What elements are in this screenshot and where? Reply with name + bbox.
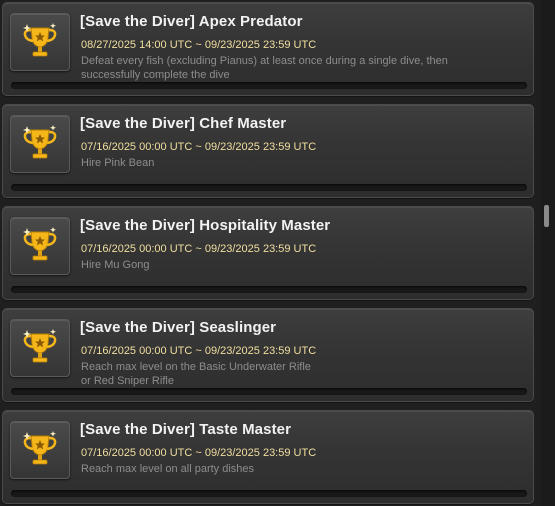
achievement-title: [Save the Diver] Chef Master [80,115,287,132]
trophy-icon [23,23,57,57]
achievement-card[interactable]: [Save the Diver] Apex Predator 08/27/202… [2,2,534,96]
scrollbar-thumb[interactable] [544,205,549,227]
achievement-description-line: Hire Pink Bean [81,157,155,169]
achievement-description-line: Hire Mu Gong [81,259,150,271]
achievement-description-line: Reach max level on all party dishes [81,463,255,475]
achievement-period: 07/16/2025 00:00 UTC ~ 09/23/2025 23:59 … [81,141,317,153]
achievement-title: [Save the Diver] Apex Predator [80,13,303,30]
achievement-description-line: or Red Sniper Rifle [81,375,174,387]
achievement-card[interactable]: [Save the Diver] Taste Master 07/16/2025… [2,410,534,504]
achievement-list: [Save the Diver] Apex Predator 08/27/202… [0,0,541,506]
achievement-period: 08/27/2025 14:00 UTC ~ 09/23/2025 23:59 … [81,39,317,51]
achievement-period: 07/16/2025 00:00 UTC ~ 09/23/2025 23:59 … [81,243,317,255]
achievement-period: 07/16/2025 00:00 UTC ~ 09/23/2025 23:59 … [81,447,317,459]
achievement-icon-frame [10,319,70,377]
achievement-progress-bar [11,82,527,89]
achievement-progress-bar [11,490,527,497]
achievement-period: 07/16/2025 00:00 UTC ~ 09/23/2025 23:59 … [81,345,317,357]
achievement-title: [Save the Diver] Seaslinger [80,319,277,336]
achievement-description: Reach max level on the Basic Underwater … [81,360,521,388]
achievement-description: Reach max level on all party dishes [81,462,521,476]
achievement-description: Defeat every fish (excluding Pianus) at … [81,54,521,82]
achievement-card[interactable]: [Save the Diver] Chef Master 07/16/2025 … [2,104,534,198]
achievement-card[interactable]: [Save the Diver] Hospitality Master 07/1… [2,206,534,300]
achievement-progress-bar [11,184,527,191]
achievement-icon-frame [10,115,70,173]
achievement-icon-frame [10,13,70,71]
trophy-icon [23,227,57,261]
achievement-card[interactable]: [Save the Diver] Seaslinger 07/16/2025 0… [2,308,534,402]
achievement-description: Hire Pink Bean [81,156,521,170]
achievement-progress-bar [11,286,527,293]
achievement-icon-frame [10,217,70,275]
trophy-icon [23,125,57,159]
achievement-title: [Save the Diver] Hospitality Master [80,217,331,234]
achievement-description-line: Reach max level on the Basic Underwater … [81,361,311,373]
vertical-scrollbar[interactable] [541,0,555,506]
achievement-description-line: Defeat every fish (excluding Pianus) at … [81,55,448,67]
achievement-progress-bar [11,388,527,395]
trophy-icon [23,431,57,465]
achievement-title: [Save the Diver] Taste Master [80,421,292,438]
achievement-description-line: successfully complete the dive [81,69,230,81]
achievement-description: Hire Mu Gong [81,258,521,272]
achievement-icon-frame [10,421,70,479]
trophy-icon [23,329,57,363]
